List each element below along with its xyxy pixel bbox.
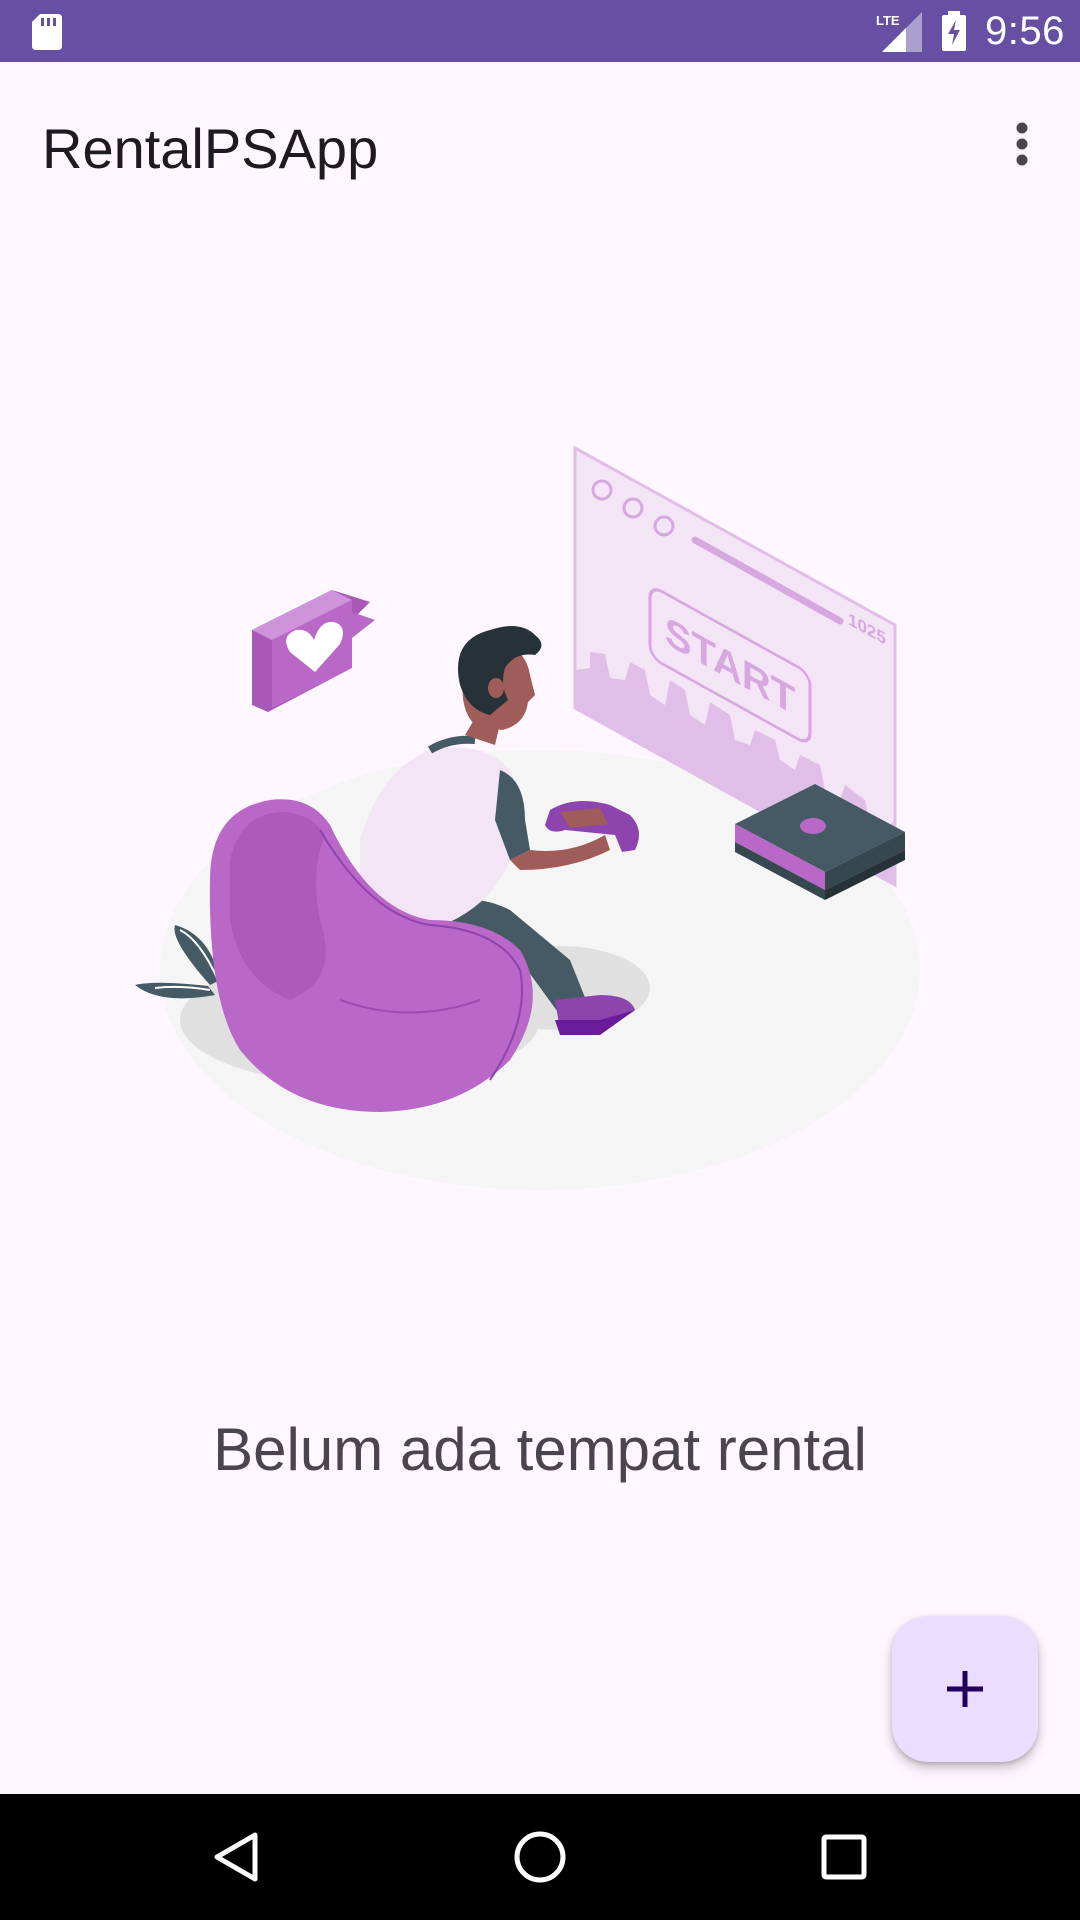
add-rental-fab[interactable]	[892, 1616, 1038, 1762]
recents-icon	[821, 1834, 867, 1880]
heart-bubble-icon	[252, 590, 375, 712]
empty-state-message: Belum ada tempat rental	[213, 1416, 867, 1483]
system-navigation-bar	[0, 1794, 1080, 1920]
nav-recents-button[interactable]	[799, 1812, 889, 1902]
more-vert-icon	[1016, 122, 1028, 166]
home-icon	[514, 1831, 566, 1883]
app-title: RentalPSApp	[42, 117, 379, 180]
status-bar: LTE 9:56	[0, 0, 1080, 62]
lte-label: LTE	[876, 13, 900, 28]
overflow-menu-button[interactable]	[990, 112, 1054, 176]
status-clock: 9:56	[985, 9, 1065, 53]
add-icon	[947, 1671, 983, 1707]
battery-charging-icon	[942, 11, 966, 51]
top-app-bar: RentalPSApp	[0, 62, 1080, 238]
nav-home-button[interactable]	[495, 1812, 585, 1902]
back-icon	[214, 1832, 258, 1882]
lte-signal-icon: LTE	[876, 12, 922, 52]
sd-card-icon	[32, 14, 62, 50]
nav-back-button[interactable]	[191, 1812, 281, 1902]
gamer-illustration: START 1025	[135, 445, 920, 1190]
